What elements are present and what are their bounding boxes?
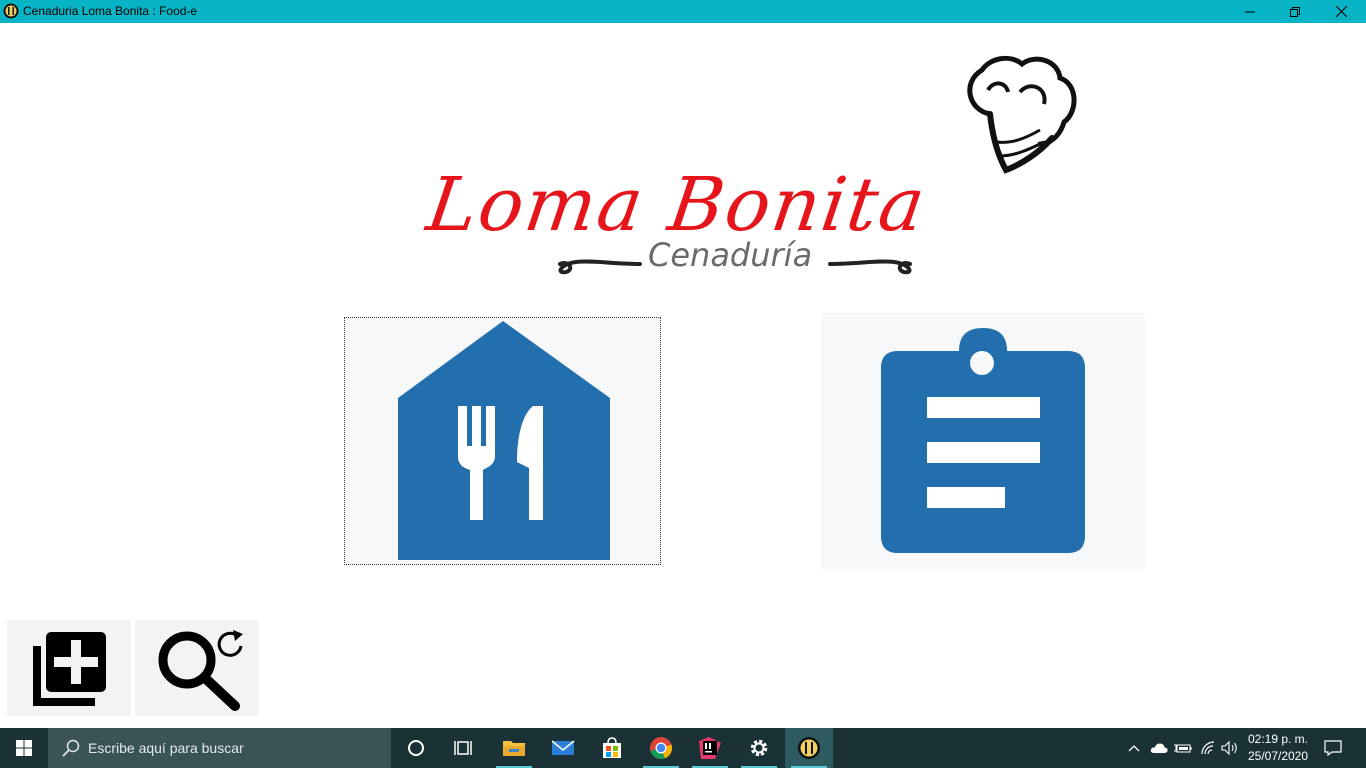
search-input[interactable]: Escribe aquí para buscar [88,740,244,756]
taskbar-search-box[interactable]: Escribe aquí para buscar [48,728,391,768]
cortana-button[interactable] [392,728,440,768]
logo-subtitle: Cenaduría [648,236,813,274]
restore-icon [1290,6,1300,17]
wifi-icon [1201,741,1215,755]
settings-icon [750,739,768,757]
brand-logo: Loma Bonita Cenaduría [420,50,1090,285]
store-button[interactable] [588,728,636,768]
action-center-icon [1324,740,1342,756]
cortana-icon [408,740,424,756]
minimize-button[interactable] [1227,0,1273,23]
search-refresh-icon [158,630,243,711]
add-button[interactable] [7,620,131,716]
orders-tile-button[interactable] [821,313,1145,569]
restaurant-tile-button[interactable] [344,317,661,565]
file-explorer-icon [503,741,525,756]
swash-left-icon [558,259,642,275]
clipboard-list-icon [881,328,1085,553]
volume-icon [1221,741,1237,755]
restore-button[interactable] [1272,0,1318,23]
chrome-icon [650,737,673,760]
start-button[interactable] [0,728,48,768]
add-item-icon [33,632,106,706]
mail-icon [551,740,575,755]
mail-button[interactable] [539,728,587,768]
windows-logo-icon [16,740,32,756]
chef-hat-icon [967,55,1077,174]
chevron-up-icon [1128,745,1140,752]
action-center-button[interactable] [1320,728,1346,768]
app-icon [3,3,19,19]
swash-right-icon [828,259,912,275]
intellij-button[interactable] [686,728,734,768]
wifi-button[interactable] [1197,728,1219,768]
food-e-app-icon [798,737,820,759]
onedrive-icon [1150,743,1168,753]
task-view-button[interactable] [440,728,488,768]
restaurant-house-icon [398,321,610,560]
battery-icon [1174,744,1192,753]
search-icon [62,739,80,757]
close-button[interactable] [1318,0,1364,23]
task-view-icon [454,741,472,755]
title-bar: Cenaduria Loma Bonita : Food-e [0,0,1366,23]
intellij-icon [699,737,721,759]
show-hidden-icons-button[interactable] [1124,728,1144,768]
minimize-icon [1245,11,1255,12]
close-icon [1335,6,1347,17]
search-refresh-button[interactable] [135,620,259,716]
taskbar-clock[interactable]: 02:19 p. m. 25/07/2020 [1240,731,1316,765]
battery-button[interactable] [1172,728,1194,768]
chrome-button[interactable] [637,728,685,768]
clock-date: 25/07/2020 [1247,749,1309,763]
food-e-app-button[interactable] [785,728,833,768]
file-explorer-button[interactable] [490,728,538,768]
window-title: Cenaduria Loma Bonita : Food-e [23,4,198,18]
taskbar: Escribe aquí para buscar 02:19 p. m. 25/… [0,728,1366,768]
store-icon [603,737,621,758]
clock-time: 02:19 p. m. [1247,732,1309,746]
settings-button[interactable] [735,728,783,768]
onedrive-button[interactable] [1148,728,1170,768]
volume-button[interactable] [1219,728,1241,768]
